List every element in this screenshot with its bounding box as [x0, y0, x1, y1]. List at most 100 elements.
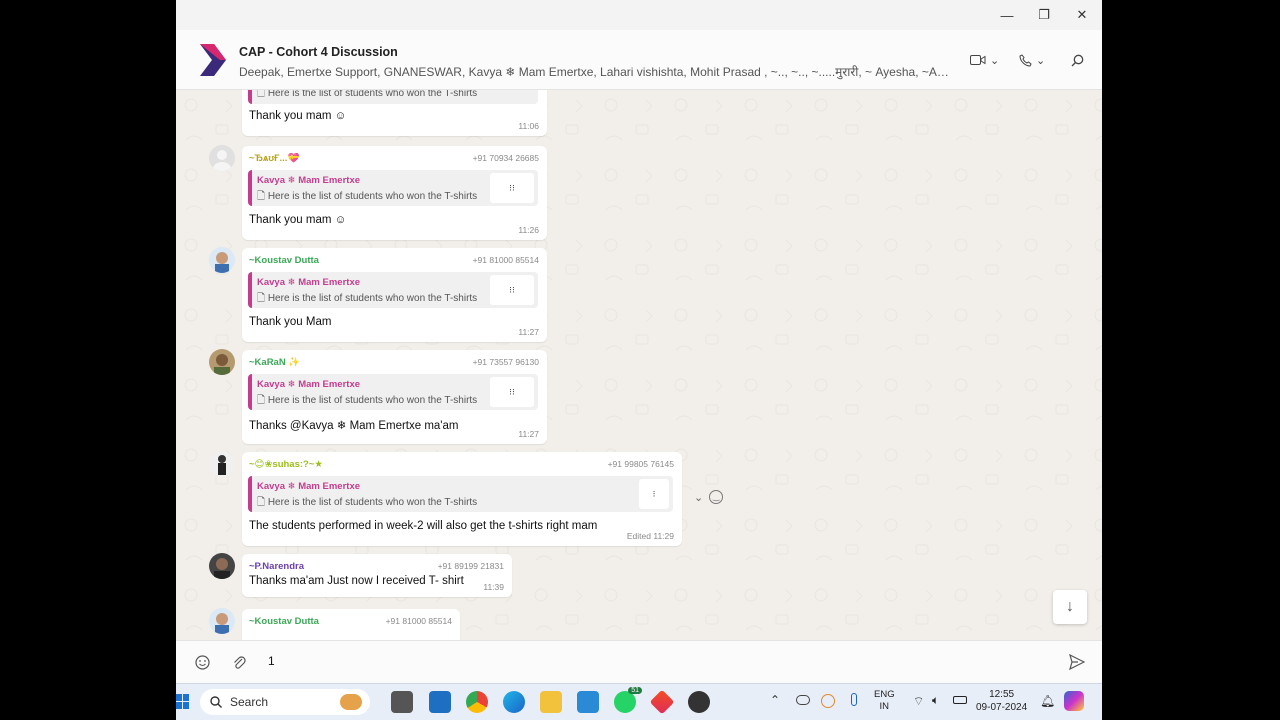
windows-start-icon[interactable]	[176, 694, 190, 710]
react-emoji-icon[interactable]: ‿	[709, 490, 724, 504]
sync-icon[interactable]	[821, 694, 835, 708]
sender-phone: +91 70934 26685	[472, 153, 539, 163]
search-highlight-icon	[340, 694, 362, 710]
avatar[interactable]	[209, 451, 235, 477]
quoted-message[interactable]: 🗋 Here is the list of students who won t…	[248, 90, 538, 104]
sender-name[interactable]: ~ЂѧʊҒ...💝	[249, 153, 299, 164]
taskbar-search[interactable]: Search	[200, 689, 370, 715]
sender-name[interactable]: ~Koustav Dutta	[249, 255, 319, 266]
message-bubble[interactable]: ~Koustav Dutta +91 81000 85514	[242, 609, 460, 640]
message-actions: ⌄ ‿	[694, 490, 724, 504]
task-view-icon[interactable]	[391, 691, 413, 713]
battery-icon[interactable]	[953, 696, 967, 704]
sender-phone: +91 73557 96130	[472, 357, 539, 367]
profile-photo	[214, 558, 230, 579]
message-time: 11:39	[483, 582, 504, 592]
clock[interactable]: 12:55 09-07-2024	[976, 688, 1027, 714]
sender-name[interactable]: ~😊❀suhas:?~★	[249, 459, 323, 470]
chevron-up-icon[interactable]: ⌃	[770, 693, 780, 707]
language-indicator[interactable]: ENG IN	[874, 689, 895, 713]
app-red-icon[interactable]	[649, 689, 675, 715]
group-members[interactable]: Deepak, Emertxe Support, GNANESWAR, Kavy…	[239, 63, 951, 80]
chrome-icon[interactable]	[466, 691, 488, 713]
microphone-icon[interactable]	[851, 693, 857, 706]
wifi-icon[interactable]: ⌔	[913, 694, 924, 709]
arrow-down-icon: ↓	[1066, 598, 1074, 615]
message-input[interactable]: 1	[268, 654, 275, 668]
message-bubble[interactable]: ~P.Narendra +91 89199 21831 Thanks ma'am…	[242, 554, 512, 597]
quoted-author: Kavya ❄ Mam Emertxe	[257, 379, 361, 390]
notification-bell-icon[interactable]: 🔔︎	[1040, 694, 1055, 708]
message-text: The students performed in week-2 will al…	[249, 520, 598, 532]
quoted-text: 🗋 Here is the list of students who won t…	[257, 293, 478, 304]
scroll-to-bottom-button[interactable]: ↓	[1053, 590, 1087, 624]
message-bubble[interactable]: ~KaRaN ✨ +91 73557 96130 Kavya ❄ Mam Eme…	[242, 350, 547, 444]
app-dark-icon[interactable]	[688, 691, 710, 713]
quoted-thumbnail: ⁝⁝	[490, 377, 534, 407]
quoted-text: 🗋 Here is the list of students who won t…	[257, 191, 478, 202]
minimize-button[interactable]: —	[994, 4, 1020, 26]
onedrive-icon[interactable]	[796, 695, 810, 705]
sender-phone: +91 81000 85514	[472, 255, 539, 265]
whatsapp-badge: 51	[628, 687, 642, 694]
chevron-down-icon: ⌄	[1036, 54, 1046, 67]
quoted-text: 🗋 Here is the list of students who won t…	[257, 395, 478, 406]
search-icon	[1071, 54, 1084, 66]
volume-icon[interactable]: 🔈︎	[932, 693, 939, 708]
search-chat-button[interactable]	[1071, 48, 1084, 72]
message-bubble[interactable]: ~Koustav Dutta +91 81000 85514 Kavya ❄ M…	[242, 248, 547, 342]
sender-name[interactable]: ~Koustav Dutta	[249, 616, 319, 627]
whatsapp-icon[interactable]: 51	[614, 687, 642, 713]
message-bubble[interactable]: 🗋 Here is the list of students who won t…	[242, 90, 547, 136]
profile-photo	[214, 354, 230, 375]
title-bar: — ❐ ✕	[176, 0, 1102, 30]
vscode-icon[interactable]	[577, 691, 599, 713]
message-bubble[interactable]: ~ЂѧʊҒ...💝 +91 70934 26685 Kavya ❄ Mam Em…	[242, 146, 547, 240]
sender-name[interactable]: ~KaRaN ✨	[249, 357, 300, 368]
avatar[interactable]	[209, 145, 235, 171]
quoted-message[interactable]: Kavya ❄ Mam Emertxe 🗋 Here is the list o…	[248, 374, 538, 410]
message-time: 11:27	[518, 327, 539, 337]
store-icon[interactable]	[429, 691, 451, 713]
message-list[interactable]: 🗋 Here is the list of students who won t…	[176, 90, 1102, 640]
message-text: Thanks ma'am Just now I received T- shir…	[249, 575, 464, 587]
attach-icon[interactable]	[232, 655, 246, 670]
emoji-icon[interactable]	[195, 655, 210, 670]
default-avatar-icon	[213, 150, 231, 171]
search-icon	[210, 696, 222, 708]
message-menu-chevron-icon[interactable]: ⌄	[694, 491, 703, 504]
message-time: 11:06	[518, 121, 539, 131]
clock-date: 09-07-2024	[976, 702, 1028, 713]
quoted-author: Kavya ❄ Mam Emertxe	[257, 481, 361, 492]
chat-header[interactable]: CAP - Cohort 4 Discussion Deepak, Emertx…	[176, 30, 1102, 90]
sender-phone: +91 81000 85514	[385, 616, 452, 626]
sender-name[interactable]: ~P.Narendra	[249, 561, 304, 572]
maximize-button[interactable]: ❐	[1031, 4, 1057, 26]
message-time: 11:26	[518, 225, 539, 235]
voice-call-button[interactable]: ⌄	[1019, 48, 1045, 72]
avatar[interactable]	[209, 247, 235, 273]
send-icon[interactable]	[1069, 654, 1085, 670]
sender-phone: +91 99805 76145	[607, 459, 674, 469]
windows-taskbar: Search 51 ⌃ ENG IN ⌔ 🔈︎ 12:55 09-07-2024…	[176, 683, 1102, 720]
copilot-icon[interactable]	[1064, 691, 1084, 711]
avatar[interactable]	[209, 608, 235, 634]
video-call-button[interactable]: ⌄	[970, 48, 999, 72]
close-button[interactable]: ✕	[1069, 4, 1095, 26]
sender-phone: +91 89199 21831	[437, 561, 504, 571]
edge-icon[interactable]	[503, 691, 525, 713]
avatar[interactable]	[209, 553, 235, 579]
quoted-message[interactable]: Kavya ❄ Mam Emertxe 🗋 Here is the list o…	[248, 272, 538, 308]
quoted-author: Kavya ❄ Mam Emertxe	[257, 175, 361, 186]
chevron-down-icon: ⌄	[990, 54, 1000, 67]
message-text: Thank you mam ☺	[249, 214, 347, 226]
profile-photo	[218, 455, 226, 475]
message-bubble[interactable]: ~😊❀suhas:?~★ +91 99805 76145 Kavya ❄ Mam…	[242, 452, 682, 546]
group-title[interactable]: CAP - Cohort 4 Discussion	[239, 45, 398, 59]
screen: — ❐ ✕ CAP - Cohort 4 Discussion Deepak, …	[0, 0, 1280, 720]
quoted-message[interactable]: Kavya ❄ Mam Emertxe 🗋 Here is the list o…	[248, 476, 673, 512]
quoted-message[interactable]: Kavya ❄ Mam Emertxe 🗋 Here is the list o…	[248, 170, 538, 206]
file-explorer-icon[interactable]	[540, 691, 562, 713]
avatar[interactable]	[209, 349, 235, 375]
language-bottom: IN	[879, 701, 890, 712]
